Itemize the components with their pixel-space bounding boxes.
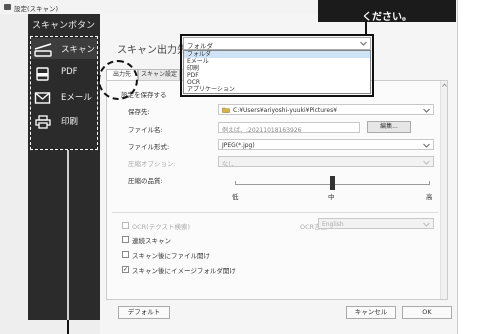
file-name-label: ファイル名: <box>128 126 163 134</box>
annotation-line <box>67 150 69 320</box>
file-format-value: JPEG(*.jpg) <box>222 141 255 149</box>
sidebar-title: スキャンボタン <box>32 21 96 31</box>
open-file-checkbox[interactable] <box>122 251 129 258</box>
ocr-language-value: English <box>322 220 344 228</box>
settings-window: 設定(スキャン) スキャンボタン スキャン PDF Eメール 印刷 スキャン出力… <box>0 0 458 334</box>
compression-option-value: なし <box>222 160 235 167</box>
continuous-scan-label: 連続スキャン <box>132 237 171 245</box>
quality-slider-thumb[interactable] <box>330 176 335 190</box>
tab-scan-settings[interactable]: スキャン設定 <box>138 69 180 80</box>
ocr-language-select[interactable]: English <box>318 218 434 229</box>
annotation-box <box>180 34 374 97</box>
slider-tick <box>235 181 236 185</box>
slider-tick <box>429 181 430 185</box>
quality-low-label: 低 <box>232 193 239 201</box>
quality-label: 圧縮の品質: <box>128 177 163 185</box>
app-icon <box>4 4 11 10</box>
file-name-field[interactable]: 例えば、:20211018163926 <box>218 122 360 133</box>
tab-label: スキャン設定 <box>140 71 177 78</box>
compression-option-label: 圧縮オプション: <box>128 160 176 168</box>
annotation-callout: ください。 <box>318 0 456 23</box>
annotation-dashed-rect <box>30 36 98 150</box>
open-folder-checkbox[interactable] <box>122 266 129 273</box>
ocr-label: OCR(テクスト検索) <box>132 223 191 231</box>
ok-button[interactable]: OK <box>402 306 452 319</box>
chevron-down-icon <box>423 222 430 227</box>
annotation-line <box>67 320 69 334</box>
quality-high-label: 高 <box>426 193 433 201</box>
open-folder-label: スキャン後にイメージフォルダ開け <box>132 267 236 275</box>
annotation-dashed-circle <box>98 60 138 100</box>
compression-option-select[interactable]: なし <box>218 156 434 167</box>
cancel-button[interactable]: キャンセル <box>346 306 396 319</box>
chevron-down-icon <box>423 108 430 113</box>
callout-text: ください。 <box>362 12 412 23</box>
chevron-up-icon[interactable] <box>442 83 447 87</box>
save-to-value: C:¥Users¥ariyoshi-yuuki¥Pictures¥ <box>233 106 338 114</box>
quality-mid-label: 中 <box>328 193 335 201</box>
annotation-line <box>365 22 367 34</box>
save-to-label: 保存先: <box>128 108 150 116</box>
window-title: 設定(スキャン) <box>14 5 59 13</box>
chevron-down-icon <box>423 160 430 165</box>
file-name-value: 例えば、:20211018163926 <box>222 126 302 133</box>
folder-icon <box>222 107 230 113</box>
default-button[interactable]: デフォルト <box>118 306 170 319</box>
ocr-checkbox[interactable] <box>122 222 129 229</box>
file-format-select[interactable]: JPEG(*.jpg) <box>218 139 434 150</box>
file-format-label: ファイル形式: <box>128 143 170 151</box>
divider <box>112 212 438 213</box>
continuous-scan-checkbox[interactable] <box>122 236 129 243</box>
save-to-select[interactable]: C:¥Users¥ariyoshi-yuuki¥Pictures¥ <box>218 104 434 115</box>
edit-button[interactable]: 編集... <box>367 121 411 133</box>
chevron-down-icon <box>423 143 430 148</box>
scrollbar[interactable] <box>440 81 447 299</box>
open-file-label: スキャン後にファイル開け <box>132 252 210 260</box>
